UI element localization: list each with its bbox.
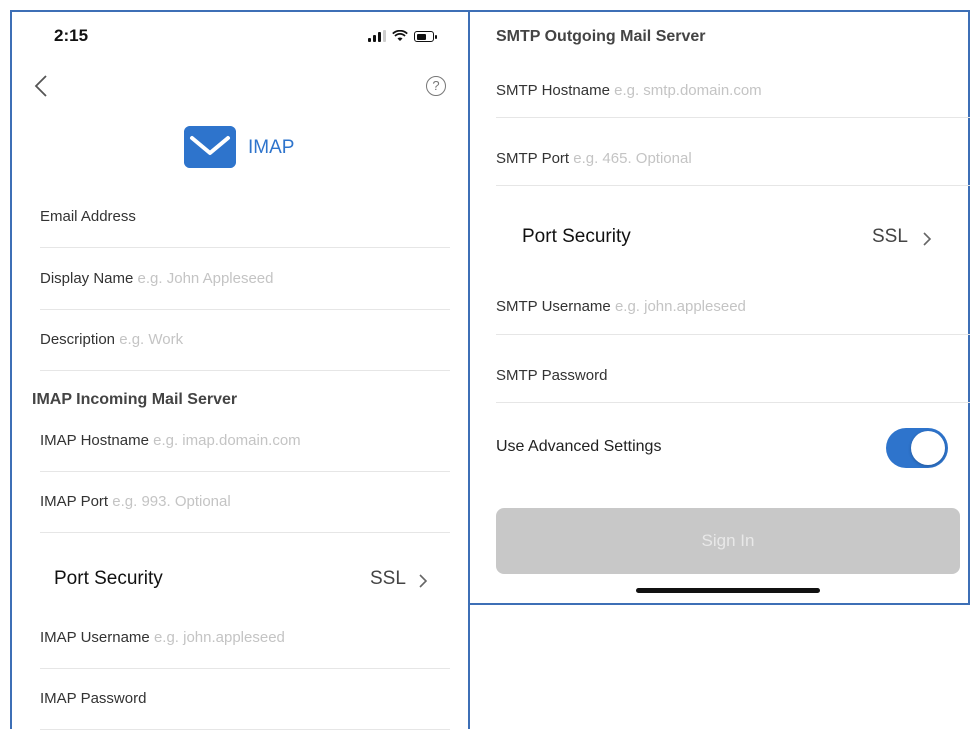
smtp-port-security-label: Port Security xyxy=(522,226,631,247)
home-indicator xyxy=(636,588,820,593)
imap-port-placeholder: e.g. 993. Optional xyxy=(112,493,231,510)
status-time: 2:15 xyxy=(54,26,89,45)
imap-username-label: IMAP Username xyxy=(40,629,150,646)
display-name-label: Display Name xyxy=(40,270,134,287)
smtp-port-field[interactable]: SMTP Port e.g. 465. Optional xyxy=(496,150,970,186)
smtp-port-security-row[interactable]: Port Security SSL xyxy=(496,218,970,258)
advanced-settings-label: Use Advanced Settings xyxy=(496,438,662,455)
imap-settings-panel: 2:15 ? IMAP Email Address Display Name e… xyxy=(10,10,470,730)
smtp-hostname-label: SMTP Hostname xyxy=(496,82,610,99)
description-placeholder: e.g. Work xyxy=(119,331,184,348)
imap-section-header: IMAP Incoming Mail Server xyxy=(32,391,238,408)
smtp-password-label: SMTP Password xyxy=(496,367,608,384)
help-icon[interactable]: ? xyxy=(426,76,446,96)
email-address-label: Email Address xyxy=(40,208,136,225)
sign-in-button[interactable]: Sign In xyxy=(496,508,960,574)
toggle-knob xyxy=(911,431,945,465)
imap-username-placeholder: e.g. john.appleseed xyxy=(153,629,285,646)
imap-password-label: IMAP Password xyxy=(40,690,147,707)
imap-port-security-row[interactable]: Port Security SSL xyxy=(40,560,450,600)
imap-hostname-field[interactable]: IMAP Hostname e.g. imap.domain.com xyxy=(40,432,450,472)
sign-in-label: Sign In xyxy=(701,531,755,550)
status-icons xyxy=(368,30,437,42)
imap-port-security-label: Port Security xyxy=(54,568,163,589)
smtp-section-header: SMTP Outgoing Mail Server xyxy=(496,28,706,45)
smtp-hostname-placeholder: e.g. smtp.domain.com xyxy=(614,82,762,99)
smtp-password-field[interactable]: SMTP Password xyxy=(496,367,970,403)
imap-hostname-label: IMAP Hostname xyxy=(40,432,149,449)
mail-icon xyxy=(184,126,236,168)
smtp-port-security-value: SSL xyxy=(872,226,908,247)
display-name-placeholder: e.g. John Appleseed xyxy=(137,270,274,287)
smtp-username-placeholder: e.g. john.appleseed xyxy=(614,298,746,315)
back-chevron-icon[interactable] xyxy=(34,74,48,98)
chevron-right-icon xyxy=(923,232,932,246)
display-name-field[interactable]: Display Name e.g. John Appleseed xyxy=(40,270,450,310)
description-field[interactable]: Description e.g. Work xyxy=(40,331,450,371)
smtp-port-label: SMTP Port xyxy=(496,150,570,167)
description-label: Description xyxy=(40,331,116,348)
app-title: IMAP xyxy=(248,137,295,158)
smtp-hostname-field[interactable]: SMTP Hostname e.g. smtp.domain.com xyxy=(496,82,970,118)
email-address-field[interactable]: Email Address xyxy=(40,208,450,248)
imap-hostname-placeholder: e.g. imap.domain.com xyxy=(153,432,301,449)
battery-icon xyxy=(414,31,437,42)
cellular-signal-icon xyxy=(368,30,386,42)
smtp-username-label: SMTP Username xyxy=(496,298,611,315)
smtp-port-placeholder: e.g. 465. Optional xyxy=(573,150,692,167)
imap-port-security-value: SSL xyxy=(370,568,406,589)
wifi-icon xyxy=(392,30,408,41)
imap-password-field[interactable]: IMAP Password xyxy=(40,690,450,730)
imap-port-label: IMAP Port xyxy=(40,493,109,510)
imap-port-field[interactable]: IMAP Port e.g. 993. Optional xyxy=(40,493,450,533)
chevron-right-icon xyxy=(419,574,428,588)
advanced-settings-toggle[interactable] xyxy=(886,428,948,468)
imap-username-field[interactable]: IMAP Username e.g. john.appleseed xyxy=(40,629,450,669)
smtp-settings-panel: SMTP Outgoing Mail Server SMTP Hostname … xyxy=(470,10,970,605)
smtp-username-field[interactable]: SMTP Username e.g. john.appleseed xyxy=(496,298,970,335)
